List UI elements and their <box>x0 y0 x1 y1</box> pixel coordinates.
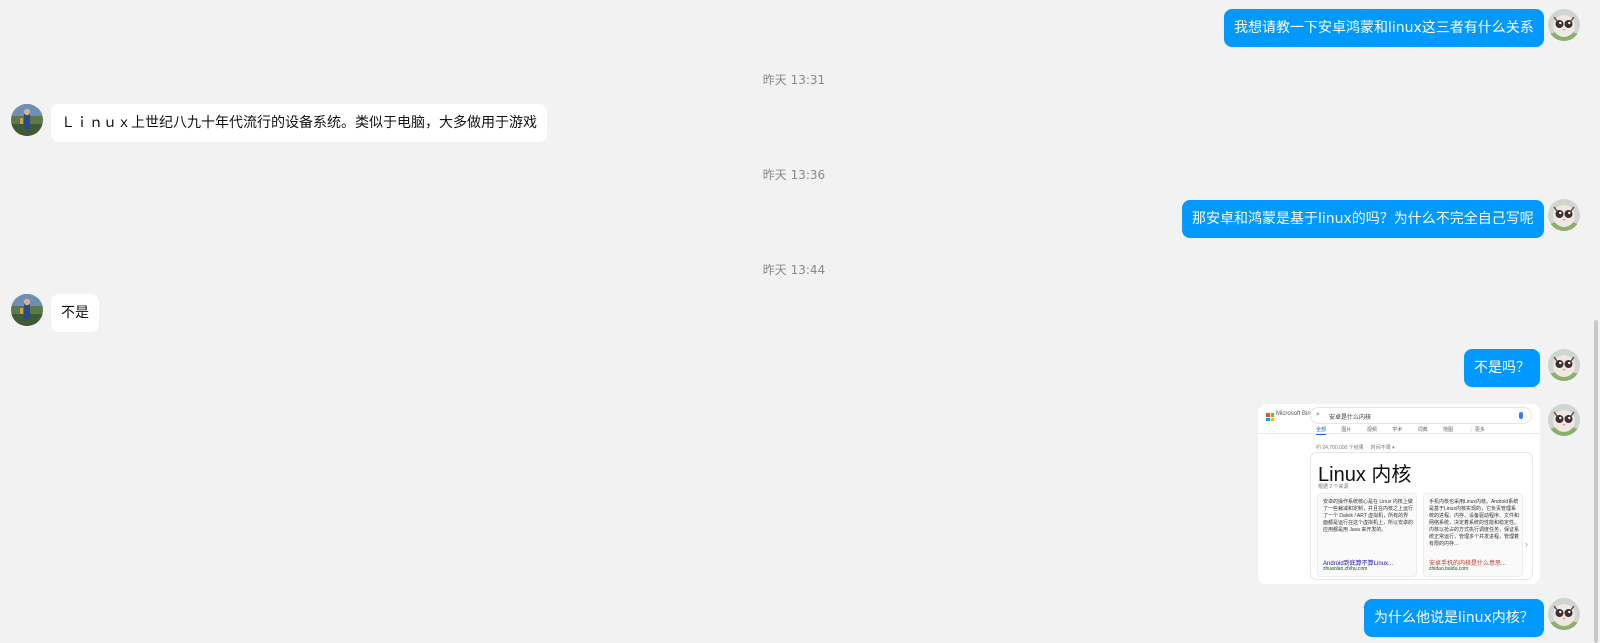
outgoing-message-bubble[interactable]: 不是吗？ <box>1464 349 1540 387</box>
owl-avatar-icon <box>1548 199 1580 231</box>
message-timestamp: 昨天 13:36 <box>762 168 826 182</box>
owl-avatar-icon <box>1548 404 1580 436</box>
microsoft-logo-icon <box>1266 413 1274 421</box>
brand-label: Microsoft Bing <box>1276 411 1315 417</box>
tab-academic: 学术 <box>1392 427 1403 433</box>
source-card: 手机内核也采用Linux内核。Android系统是基于Linux内核实现的，它负… <box>1423 493 1523 577</box>
self-avatar[interactable] <box>1548 598 1580 630</box>
microphone-icon <box>1519 412 1523 419</box>
source-url: zhidao.baidu.com <box>1429 566 1469 572</box>
message-timestamp: 昨天 13:44 <box>762 263 826 277</box>
tab-more: ⋮ 更多 <box>1468 427 1485 433</box>
source-card: 安卓的操作系统核心是在 Linux 内核上做了一些裁减和定制，并且在内核之上运行… <box>1317 493 1417 577</box>
tab-videos: 视频 <box>1366 427 1377 433</box>
scrollbar-thumb[interactable] <box>1594 320 1598 643</box>
answer-card: Linux 内核 根据 2 个来源 安卓的操作系统核心是在 Linux 内核上做… <box>1310 452 1533 580</box>
search-tabs: 全部 图片 视频 学术 词典 地图 ⋮ 更多 <box>1316 426 1499 435</box>
outgoing-message-bubble[interactable]: 为什么他说是linux内核？ <box>1364 599 1544 637</box>
owl-avatar-icon <box>1548 598 1580 630</box>
search-input: ⌕ 安卓是什么内核 <box>1310 407 1532 424</box>
search-icon: ⌕ <box>1316 411 1320 418</box>
tab-images: 图片 <box>1341 427 1352 433</box>
owl-avatar-icon <box>1548 349 1580 381</box>
photo-avatar-icon <box>11 104 43 136</box>
time-filter: 时间不限 ▾ <box>1370 445 1395 451</box>
self-avatar[interactable] <box>1548 9 1580 41</box>
message-timestamp: 昨天 13:31 <box>762 73 826 87</box>
answer-sources-count: 根据 2 个来源 <box>1318 484 1349 490</box>
tab-all: 全部 <box>1316 427 1327 435</box>
source-snippet: 安卓的操作系统核心是在 Linux 内核上做了一些裁减和定制，并且在内核之上运行… <box>1323 499 1414 533</box>
self-avatar[interactable] <box>1548 404 1580 436</box>
tab-dictionary: 词典 <box>1417 427 1428 433</box>
incoming-message-bubble[interactable]: Ｌｉｎｕｘ上世纪八九十年代流行的设备系统。类似于电脑，大多做用于游戏 <box>51 104 547 142</box>
chat-message-list[interactable]: 我想请教一下安卓鸿蒙和linux这三者有什么关系 昨天 13:31 Ｌｉｎｕｘ上… <box>0 0 1588 643</box>
incoming-message-bubble[interactable]: 不是 <box>51 294 99 332</box>
outgoing-message-bubble[interactable]: 我想请教一下安卓鸿蒙和linux这三者有什么关系 <box>1224 9 1544 47</box>
source-url: zhuanlan.zhihu.com <box>1323 566 1368 572</box>
result-meta: 约 24,700,000 个结果 时间不限 ▾ <box>1316 444 1395 451</box>
photo-avatar-icon <box>11 294 43 326</box>
self-avatar[interactable] <box>1548 199 1580 231</box>
contact-avatar[interactable] <box>11 294 43 326</box>
search-query: 安卓是什么内核 <box>1329 415 1372 421</box>
outgoing-message-bubble[interactable]: 那安卓和鸿蒙是基于linux的吗？为什么不完全自己写呢 <box>1182 200 1544 238</box>
contact-avatar[interactable] <box>11 104 43 136</box>
tab-maps: 地图 <box>1443 427 1454 433</box>
owl-avatar-icon <box>1548 9 1580 41</box>
chevron-right-icon: › <box>1525 539 1528 549</box>
image-message-screenshot[interactable]: Microsoft Bing ⌕ 安卓是什么内核 全部 图片 视频 学术 词典 … <box>1258 404 1540 584</box>
result-count: 约 24,700,000 个结果 <box>1316 445 1364 451</box>
source-snippet: 手机内核也采用Linux内核。Android系统是基于Linux内核实现的，它负… <box>1429 499 1520 547</box>
self-avatar[interactable] <box>1548 349 1580 381</box>
